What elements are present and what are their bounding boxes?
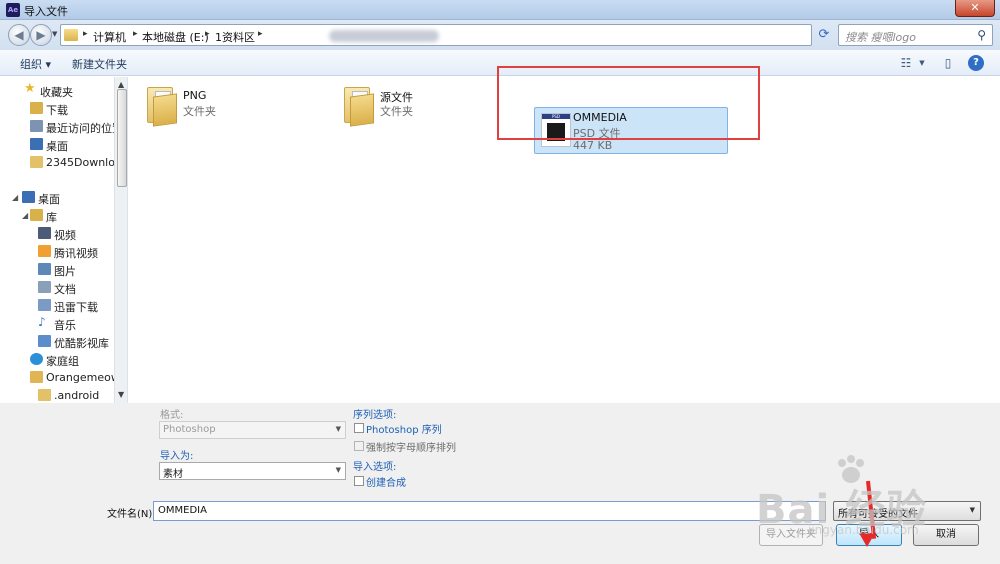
title-bar: Ae 导入文件 ✕ (0, 0, 1000, 20)
sidebar-item-label: 下载 (46, 104, 68, 117)
view-dropdown-icon[interactable]: ▼ (914, 55, 930, 71)
scrollbar-thumb[interactable] (117, 89, 127, 187)
scroll-down-arrow-icon[interactable]: ▼ (118, 390, 124, 399)
sidebar-item-label: 视频 (54, 229, 76, 242)
download-icon (38, 299, 51, 311)
import-options-label: 导入选项: (353, 462, 397, 473)
desktop-icon (30, 138, 43, 150)
breadcrumb-separator-icon[interactable]: ▸ (205, 29, 210, 39)
create-composition-label[interactable]: 创建合成 (366, 474, 406, 489)
recent-pages-dropdown-icon[interactable]: ▼ (52, 30, 57, 38)
back-button[interactable]: ◀ (8, 24, 30, 46)
window-title: 导入文件 (24, 5, 68, 18)
preview-pane-icon[interactable]: ▯ (940, 55, 956, 71)
file-name-label: 文件名(N): (107, 509, 156, 520)
sidebar-item-label: .android (54, 389, 100, 402)
sidebar-item-label: 桌面 (46, 140, 68, 153)
breadcrumb-separator-icon[interactable]: ▸ (133, 29, 138, 39)
folder-icon (38, 389, 51, 401)
create-composition-checkbox[interactable] (354, 476, 364, 486)
file-type: 文件夹 (380, 105, 413, 118)
video-library-icon (38, 335, 51, 347)
import-as-label: 导入为: (160, 451, 194, 462)
forward-button[interactable]: ▶ (30, 24, 52, 46)
sidebar-item-label: 库 (46, 211, 57, 224)
file-size: 447 KB (573, 139, 613, 152)
sidebar-item-label: 家庭组 (46, 355, 79, 368)
navigation-pane: ★ 收藏夹 下载 最近访问的位置 桌面 2345Downloads ◢ 桌面 ◢… (0, 77, 128, 403)
file-name: PNG (183, 89, 207, 102)
breadcrumb-folder[interactable]: 1资料区 (215, 29, 255, 45)
sidebar-item-label: Orangemeow (46, 371, 120, 384)
folder-icon (30, 156, 43, 168)
sidebar-item-label: 最近访问的位置 (46, 122, 123, 135)
help-icon[interactable]: ? (968, 55, 984, 71)
expand-arrow-icon[interactable]: ◢ (12, 193, 18, 202)
search-input[interactable]: 搜索 瘦嗯logo ⚲ (838, 24, 993, 46)
sidebar-item-label: 优酷影视库 (54, 337, 109, 350)
baidu-jingyan-watermark: Bai 经验 jingyan.baidu.com (756, 453, 946, 543)
highlight-annotation-box (497, 66, 760, 140)
view-options-icon[interactable]: ☷ (898, 55, 914, 71)
folder-icon (342, 87, 374, 127)
documents-icon (38, 281, 51, 293)
folder-icon (64, 29, 78, 41)
file-type: 文件夹 (183, 105, 216, 118)
new-folder-button[interactable]: 新建文件夹 (72, 56, 127, 72)
breadcrumb-drive-e[interactable]: 本地磁盘 (E:) (142, 29, 209, 45)
search-icon[interactable]: ⚲ (977, 28, 986, 42)
sidebar-item-label: 迅雷下载 (54, 301, 98, 314)
star-icon: ★ (24, 81, 36, 96)
file-name-input[interactable]: OMMEDIA (153, 501, 826, 521)
user-folder-icon (30, 371, 43, 383)
breadcrumb-computer[interactable]: 计算机 (93, 29, 126, 45)
library-icon (30, 209, 43, 221)
homegroup-icon (30, 353, 43, 365)
music-icon: ♪ (38, 315, 46, 329)
format-select[interactable]: Photoshop ▼ (159, 421, 346, 439)
pictures-icon (38, 263, 51, 275)
photoshop-sequence-checkbox[interactable] (354, 423, 364, 433)
sidebar-scrollbar[interactable]: ▲ ▼ (114, 77, 127, 403)
desktop-icon (22, 191, 35, 203)
address-bar[interactable]: ▸ 计算机 ▸ 本地磁盘 (E:) ▸ 1资料区 ▸ ▼ (60, 24, 866, 46)
video-icon (38, 227, 51, 239)
after-effects-app-icon: Ae (6, 3, 20, 17)
breadcrumb-separator-icon[interactable]: ▸ (83, 29, 88, 39)
scroll-up-arrow-icon[interactable]: ▲ (118, 80, 124, 89)
folder-icon (145, 87, 177, 127)
close-button[interactable]: ✕ (955, 0, 995, 17)
expand-arrow-icon[interactable]: ◢ (22, 211, 28, 220)
format-label: 格式: (160, 410, 184, 421)
sidebar-item-label: 音乐 (54, 319, 76, 332)
download-folder-icon (30, 102, 43, 114)
sidebar-item-label: 图片 (54, 265, 76, 278)
import-as-select[interactable]: 素材 ▼ (159, 462, 346, 480)
sidebar-item-label: 桌面 (38, 193, 60, 206)
organize-menu-button[interactable]: 组织 ▾ (20, 56, 51, 72)
force-alphabetical-checkbox[interactable] (354, 441, 364, 451)
redacted-path (329, 30, 439, 42)
sidebar-item-label: 腾讯视频 (54, 247, 98, 260)
sidebar-item-label: 文档 (54, 283, 76, 296)
refresh-button[interactable]: ⟳ (815, 24, 833, 46)
breadcrumb-separator-icon[interactable]: ▸ (258, 29, 263, 39)
force-alphabetical-label[interactable]: 强制按字母顺序排列 (366, 439, 456, 454)
recent-places-icon (30, 120, 43, 132)
folder-item-png[interactable]: PNG 文件夹 (145, 83, 265, 131)
search-placeholder: 搜索 瘦嗯logo (845, 31, 916, 44)
photoshop-sequence-label[interactable]: Photoshop 序列 (366, 421, 442, 436)
video-app-icon (38, 245, 51, 257)
sequence-options-label: 序列选项: (353, 410, 397, 421)
address-row: ◀ ▶ ▼ ▸ 计算机 ▸ 本地磁盘 (E:) ▸ 1资料区 ▸ ▼ ⟳ 搜索 … (0, 20, 1000, 50)
folder-item-source[interactable]: 源文件 文件夹 (342, 83, 462, 131)
sidebar-item-label: 收藏夹 (40, 86, 73, 99)
